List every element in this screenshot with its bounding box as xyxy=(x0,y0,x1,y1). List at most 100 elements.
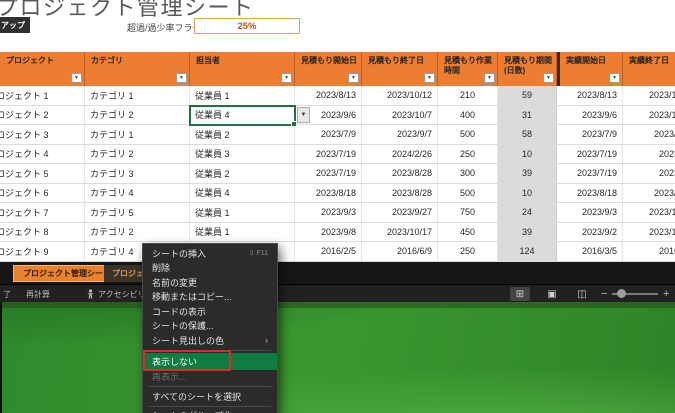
filter-dropdown-icon[interactable]: ▼ xyxy=(609,73,620,83)
filter-dropdown-icon[interactable]: ▼ xyxy=(176,73,187,83)
table-cell[interactable]: 500 xyxy=(438,183,498,202)
table-cell[interactable]: 750 xyxy=(438,203,498,222)
table-cell[interactable]: 124 xyxy=(498,242,557,261)
table-cell[interactable]: カテゴリ 4 xyxy=(85,183,190,202)
table-cell[interactable]: 210 xyxy=(438,86,498,105)
page-break-view-icon[interactable]: ◫ xyxy=(572,287,592,301)
table-cell[interactable]: 59 xyxy=(498,86,557,105)
table-cell[interactable]: プロジェクト 6 xyxy=(0,183,85,202)
table-cell[interactable]: 従業員 3 xyxy=(190,144,295,163)
filter-dropdown-icon[interactable]: ▼ xyxy=(348,73,359,83)
table-cell[interactable]: 従業員 2 xyxy=(190,125,295,144)
table-cell[interactable]: 従業員 1 xyxy=(190,86,295,105)
column-header[interactable]: 見積もり開始日 ▼ xyxy=(295,52,362,86)
table-cell[interactable]: カテゴリ 1 xyxy=(85,86,190,105)
table-cell[interactable]: カテゴリ 2 xyxy=(85,222,190,241)
table-cell[interactable]: 従業員 1 xyxy=(190,222,295,241)
filter-dropdown-icon[interactable]: ▼ xyxy=(71,73,82,83)
table-cell[interactable]: 31 xyxy=(498,105,557,124)
table-cell[interactable]: プロジェクト 7 xyxy=(0,203,85,222)
page-layout-view-icon[interactable]: ▣ xyxy=(542,287,562,301)
table-cell[interactable]: プロジェクト 8 xyxy=(0,222,85,241)
menu-item[interactable]: シートのグループ化 xyxy=(143,409,277,413)
filter-dropdown-icon[interactable]: ▼ xyxy=(484,73,495,83)
flag-value-cell[interactable]: 25% xyxy=(194,18,300,34)
filter-dropdown-icon[interactable]: ▼ xyxy=(281,73,292,83)
table-cell[interactable]: プロジェクト 3 xyxy=(0,125,85,144)
table-cell[interactable]: 従業員 1 xyxy=(190,203,295,222)
table-cell[interactable]: 2024/2/26 xyxy=(362,144,438,163)
table-cell[interactable]: 39 xyxy=(498,164,557,183)
table-cell[interactable]: 2023/8/13 xyxy=(295,86,362,105)
table-cell[interactable]: 2023/7/9 xyxy=(560,125,623,144)
table-cell[interactable]: 従業員 2 xyxy=(190,164,295,183)
table-cell[interactable]: 2023/10/16 xyxy=(623,106,675,125)
table-cell[interactable]: カテゴリ 5 xyxy=(85,203,190,222)
table-cell[interactable]: 300 xyxy=(438,164,498,183)
column-header[interactable]: カテゴリ ▼ xyxy=(85,52,190,86)
table-cell[interactable]: 2023/8/18 xyxy=(295,183,362,202)
table-cell[interactable]: カテゴリ 3 xyxy=(85,164,190,183)
table-cell[interactable]: 2023/10/12 xyxy=(362,86,438,105)
normal-view-icon[interactable]: ⊞ xyxy=(510,287,530,301)
table-cell[interactable]: カテゴリ 1 xyxy=(85,125,190,144)
table-cell[interactable]: 250 xyxy=(438,242,498,261)
table-cell[interactable]: 39 xyxy=(498,222,557,241)
table-cell[interactable]: 2023/10/12 xyxy=(623,223,675,242)
table-cell[interactable]: 2023/7/9 xyxy=(295,125,362,144)
table-cell[interactable]: 2023/9/26 xyxy=(623,125,675,144)
menu-item[interactable]: 移動またはコピー... xyxy=(143,290,277,305)
table-cell[interactable]: 2023/9/7 xyxy=(623,164,675,183)
table-cell[interactable]: プロジェクト 2 xyxy=(0,105,85,124)
table-cell[interactable]: 2023/7/19 xyxy=(560,144,623,163)
table-cell[interactable]: 2016/3/5 xyxy=(560,242,623,261)
table-cell[interactable]: 2023/10/27 xyxy=(623,203,675,222)
zoom-out-button[interactable]: − xyxy=(601,285,607,303)
table-cell[interactable]: 250 xyxy=(438,144,498,163)
column-header[interactable]: 担当者 ▼ xyxy=(190,52,295,86)
table-cell[interactable]: プロジェクト 1 xyxy=(0,86,85,105)
column-header[interactable]: 実績開始日 ▼ xyxy=(560,52,623,86)
table-cell[interactable]: 2023/10/12 xyxy=(623,86,675,105)
menu-item[interactable]: シートの挿入 ⇧ F11 xyxy=(143,246,277,261)
table-cell[interactable]: 2016/5/5 xyxy=(623,242,675,261)
table-cell[interactable]: カテゴリ 2 xyxy=(85,105,190,124)
menu-item[interactable]: コードの表示 xyxy=(143,304,277,319)
zoom-in-button[interactable]: + xyxy=(663,285,669,303)
table-cell[interactable]: 400 xyxy=(438,105,498,124)
table-cell[interactable]: 従業員 4 xyxy=(190,183,295,202)
table-cell[interactable]: 58 xyxy=(498,125,557,144)
table-cell[interactable]: 450 xyxy=(438,222,498,241)
table-cell[interactable]: 2023/8/13 xyxy=(560,86,623,105)
table-cell[interactable]: 2016/6/9 xyxy=(362,242,438,261)
table-cell[interactable]: 2023/9/7 xyxy=(362,125,438,144)
setup-button[interactable]: トアップ xyxy=(0,17,30,33)
column-header[interactable]: 見積もり終了日 ▼ xyxy=(362,52,438,86)
table-cell[interactable]: 2023/10/7 xyxy=(362,105,438,124)
table-cell[interactable]: 2023/8/7 xyxy=(623,145,675,164)
column-header[interactable]: 実績終了日▼ xyxy=(623,52,675,86)
table-cell[interactable]: 2023/9/6 xyxy=(560,105,623,124)
table-cell[interactable]: プロジェクト 5 xyxy=(0,164,85,183)
table-cell[interactable]: 2023/7/19 xyxy=(560,164,623,183)
table-cell[interactable]: 2023/9/3 xyxy=(295,203,362,222)
menu-item[interactable]: 削除 xyxy=(143,261,277,276)
menu-item[interactable]: シート見出しの色 › xyxy=(143,333,277,348)
table-cell[interactable]: 2023/9/2 xyxy=(560,222,623,241)
table-cell[interactable]: 2023/8/18 xyxy=(560,183,623,202)
column-header[interactable]: プロジェクト ▼ xyxy=(0,52,85,86)
table-cell[interactable]: 2023/7/19 xyxy=(295,144,362,163)
table-cell[interactable]: 24 xyxy=(498,203,557,222)
table-cell[interactable]: 2023/7/19 xyxy=(295,164,362,183)
menu-item[interactable]: 名前の変更 xyxy=(143,275,277,290)
table-cell[interactable]: プロジェクト 4 xyxy=(0,144,85,163)
table-cell[interactable]: 2023/9/3 xyxy=(560,203,623,222)
table-cell[interactable]: 2023/10/17 xyxy=(362,222,438,241)
table-cell[interactable]: 10 xyxy=(498,183,557,202)
table-cell[interactable]: 2023/8/28 xyxy=(362,183,438,202)
column-header[interactable]: 見積もり作業時間 ▼ xyxy=(438,52,498,86)
table-cell[interactable]: 2023/9/27 xyxy=(362,203,438,222)
table-cell[interactable]: 2023/9/8 xyxy=(295,222,362,241)
table-cell[interactable]: 500 xyxy=(438,125,498,144)
menu-item[interactable]: シートの保護... xyxy=(143,319,277,334)
